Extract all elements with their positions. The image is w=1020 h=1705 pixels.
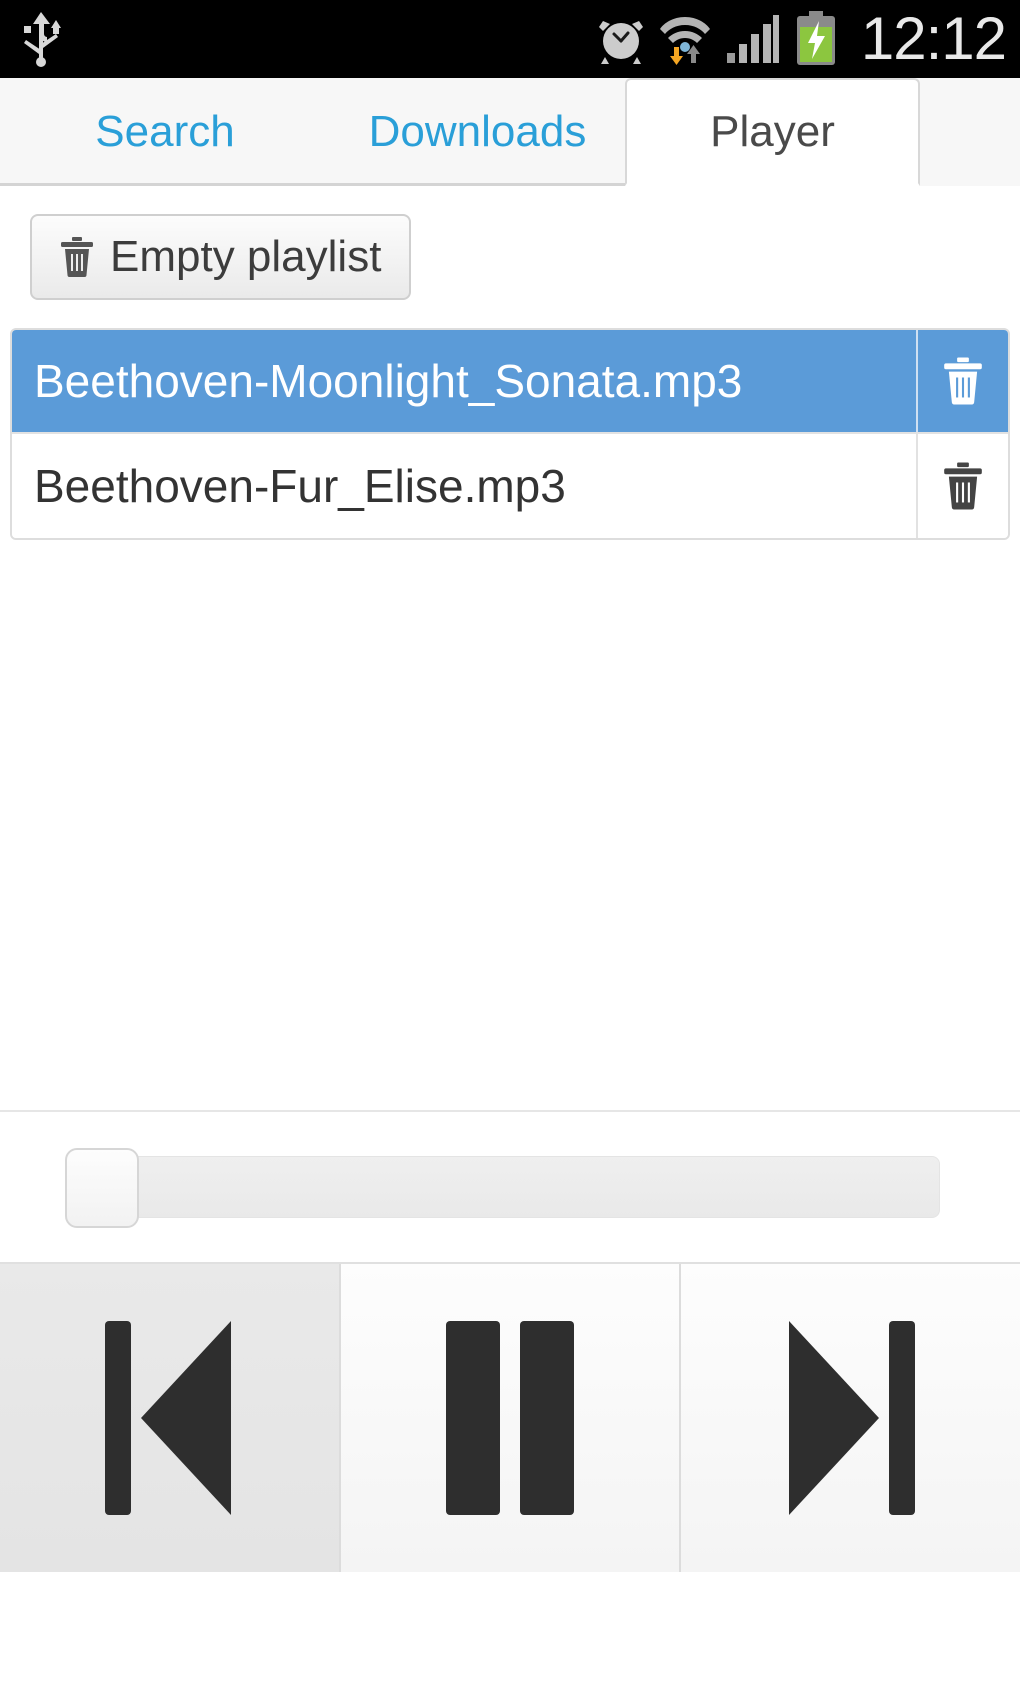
status-bar-left: [0, 10, 64, 68]
transport-controls: [0, 1262, 1020, 1572]
status-bar-right: 12:12: [597, 0, 1012, 78]
track-name: Beethoven-Moonlight_Sonata.mp3: [34, 355, 743, 407]
tab-downloads[interactable]: Downloads: [330, 78, 625, 186]
seek-handle[interactable]: [65, 1148, 139, 1228]
tab-bar: Search Downloads Player: [0, 78, 1020, 186]
skip-previous-icon: [79, 1313, 259, 1523]
tab-player[interactable]: Player: [625, 78, 920, 186]
tab-search[interactable]: Search: [0, 78, 330, 186]
trash-icon: [60, 237, 94, 277]
usb-icon: [18, 10, 64, 68]
delete-track-button[interactable]: [916, 330, 1008, 432]
empty-area: [0, 540, 1020, 1110]
next-button[interactable]: [681, 1264, 1020, 1572]
seek-track[interactable]: [65, 1148, 940, 1228]
tab-bar-filler: [920, 78, 1020, 186]
trash-icon: [943, 357, 983, 405]
cell-signal-icon: [725, 13, 781, 65]
wifi-download-icon: [659, 11, 711, 67]
alarm-clock-icon: [597, 13, 645, 65]
delete-track-button[interactable]: [916, 434, 1008, 538]
player-content: Empty playlist Beethoven-Moonlight_Sonat…: [0, 186, 1020, 1572]
playlist: Beethoven-Moonlight_Sonata.mp3 Beethoven…: [10, 328, 1010, 540]
status-bar-clock: 12:12: [860, 5, 1007, 72]
track-name: Beethoven-Fur_Elise.mp3: [34, 460, 566, 512]
pause-icon: [420, 1313, 600, 1523]
empty-playlist-label: Empty playlist: [110, 232, 382, 281]
trash-icon: [943, 462, 983, 510]
player-screen: 12:12 Search Downloads Player Empty play…: [0, 0, 1020, 1705]
empty-playlist-button[interactable]: Empty playlist: [30, 214, 412, 300]
status-bar: 12:12: [0, 0, 1020, 78]
pause-button[interactable]: [340, 1264, 682, 1572]
playlist-toolbar: Empty playlist: [0, 186, 1020, 300]
skip-next-icon: [761, 1313, 941, 1523]
battery-charging-icon: [795, 11, 837, 67]
table-row[interactable]: Beethoven-Fur_Elise.mp3: [12, 434, 1008, 538]
seek-bar[interactable]: [0, 1112, 1020, 1262]
previous-button[interactable]: [0, 1264, 341, 1572]
table-row[interactable]: Beethoven-Moonlight_Sonata.mp3: [12, 330, 1008, 434]
